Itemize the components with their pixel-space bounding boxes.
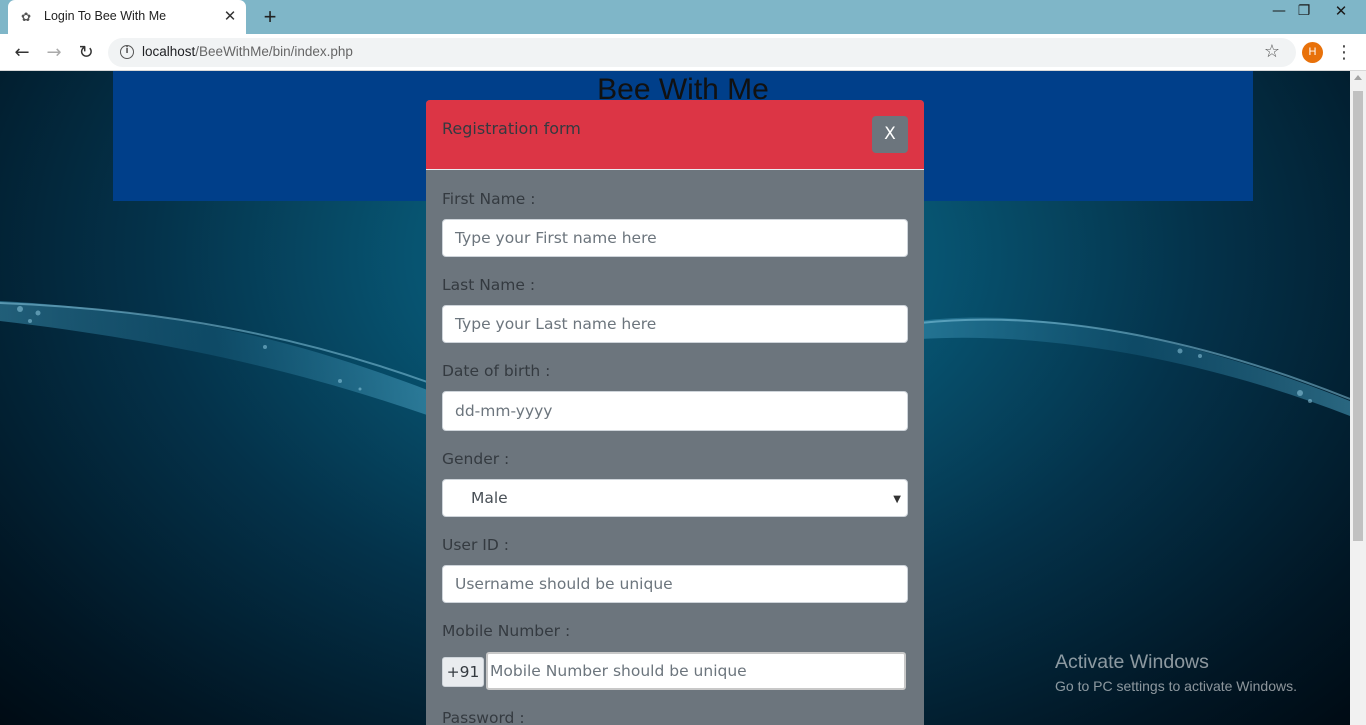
user-id-input[interactable]: Username should be unique — [442, 565, 908, 603]
reload-icon[interactable]: ↻ — [74, 41, 98, 65]
bookmark-star-icon[interactable]: ☆ — [1264, 41, 1280, 62]
tab-close-icon[interactable]: ✕ — [222, 8, 238, 24]
watermark-subtitle: Go to PC settings to activate Windows. — [1055, 678, 1297, 694]
info-icon[interactable]: i — [120, 45, 134, 59]
dob-input[interactable]: dd-mm-yyyy — [442, 391, 908, 431]
url-host: localhost — [142, 44, 196, 59]
profile-avatar[interactable]: H — [1302, 42, 1323, 63]
page-scrollbar[interactable] — [1350, 71, 1366, 725]
first-name-input[interactable]: Type your First name here — [442, 219, 908, 257]
modal-header: Registration form X — [426, 100, 924, 170]
tab-title: Login To Bee With Me — [44, 9, 167, 23]
windows-activation-watermark: Activate Windows Go to PC settings to ac… — [1055, 651, 1297, 694]
kebab-menu-icon[interactable]: ⋮ — [1335, 42, 1353, 63]
user-id-label: User ID : — [442, 536, 509, 554]
url-text: localhost/BeeWithMe/bin/index.php — [142, 44, 353, 59]
last-name-input[interactable]: Type your Last name here — [442, 305, 908, 343]
scroll-up-arrow-icon[interactable] — [1354, 75, 1362, 80]
browser-tab[interactable]: ✿ Login To Bee With Me ✕ — [8, 0, 246, 34]
watermark-title: Activate Windows — [1055, 651, 1209, 673]
mobile-input[interactable]: Mobile Number should be unique — [486, 652, 906, 690]
restore-button[interactable]: ❐ — [1291, 2, 1317, 20]
tab-strip: ✿ Login To Bee With Me ✕ + — ❐ ✕ — [0, 0, 1366, 34]
mobile-label: Mobile Number : — [442, 622, 571, 640]
registration-modal: Registration form X First Name : Type yo… — [426, 100, 924, 725]
modal-close-button[interactable]: X — [872, 116, 908, 153]
dob-label: Date of birth : — [442, 362, 551, 380]
address-bar[interactable]: i localhost/BeeWithMe/bin/index.php ☆ — [108, 38, 1296, 67]
new-tab-button[interactable]: + — [258, 6, 282, 28]
scrollbar-thumb[interactable] — [1353, 91, 1363, 541]
window-close-button[interactable]: ✕ — [1328, 2, 1354, 20]
password-label: Password : — [442, 709, 525, 725]
modal-title: Registration form — [442, 119, 581, 138]
forward-arrow-icon[interactable]: → — [42, 41, 66, 65]
url-path: /BeeWithMe/bin/index.php — [195, 44, 353, 59]
back-arrow-icon[interactable]: ← — [10, 41, 34, 65]
browser-toolbar: ← → ↻ i localhost/BeeWithMe/bin/index.ph… — [0, 34, 1366, 71]
last-name-label: Last Name : — [442, 276, 536, 294]
first-name-label: First Name : — [442, 190, 536, 208]
country-code-prefix: +91 — [442, 657, 484, 687]
gender-label: Gender : — [442, 450, 510, 468]
bee-favicon-icon: ✿ — [21, 10, 32, 24]
gender-selected-value: Male — [471, 489, 508, 507]
gender-select[interactable]: Male ▼ — [442, 479, 908, 517]
minimize-button[interactable]: — — [1266, 2, 1292, 20]
chevron-down-icon: ▼ — [893, 494, 901, 505]
